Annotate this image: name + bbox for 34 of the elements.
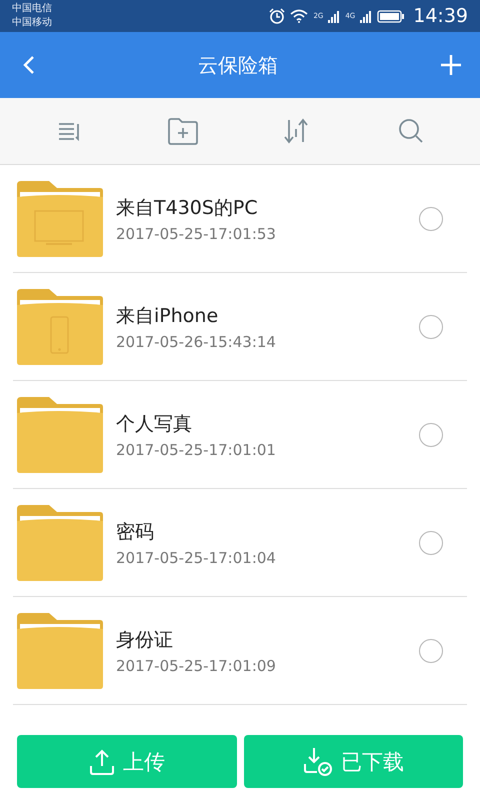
folder-date: 2017-05-25-17:01:09 [116, 656, 277, 674]
new-folder-button[interactable] [165, 115, 201, 147]
select-radio[interactable] [419, 530, 443, 554]
select-radio[interactable] [419, 314, 443, 338]
folder-icon [17, 396, 103, 472]
wifi-icon [290, 9, 308, 23]
download-done-icon [302, 746, 333, 776]
folder-date: 2017-05-25-17:01:01 [116, 440, 277, 458]
downloaded-button[interactable]: 已下载 [244, 735, 463, 788]
folder-date: 2017-05-25-17:01:53 [116, 224, 277, 242]
app-title: 云保险箱 [198, 52, 278, 78]
folder-icon [17, 504, 103, 580]
clock-time: 14:39 [413, 5, 468, 27]
back-icon [22, 55, 36, 75]
upload-icon [88, 748, 115, 776]
folder-name: 个人写真 [116, 412, 193, 436]
select-radio[interactable] [419, 638, 443, 662]
folder-name: 密码 [116, 520, 155, 544]
select-radio[interactable] [419, 206, 443, 230]
folder-icon [17, 612, 103, 688]
battery-icon [377, 10, 404, 22]
signal-icon [328, 10, 340, 22]
select-radio[interactable] [419, 422, 443, 446]
folder-date: 2017-05-26-15:43:14 [116, 332, 277, 350]
plus-icon [440, 54, 462, 76]
folder-date: 2017-05-25-17:01:04 [116, 548, 277, 566]
signal-icon [360, 10, 372, 22]
alarm-icon [269, 8, 286, 24]
folder-name: 来自T430S的PC [116, 196, 259, 220]
carrier-name: 中国移动 [12, 16, 52, 30]
carrier-name: 中国电信 [12, 2, 52, 16]
folder-name: 身份证 [116, 628, 174, 652]
folder-name: 来自iPhone [116, 304, 220, 328]
upload-button[interactable]: 上传 [17, 735, 236, 788]
